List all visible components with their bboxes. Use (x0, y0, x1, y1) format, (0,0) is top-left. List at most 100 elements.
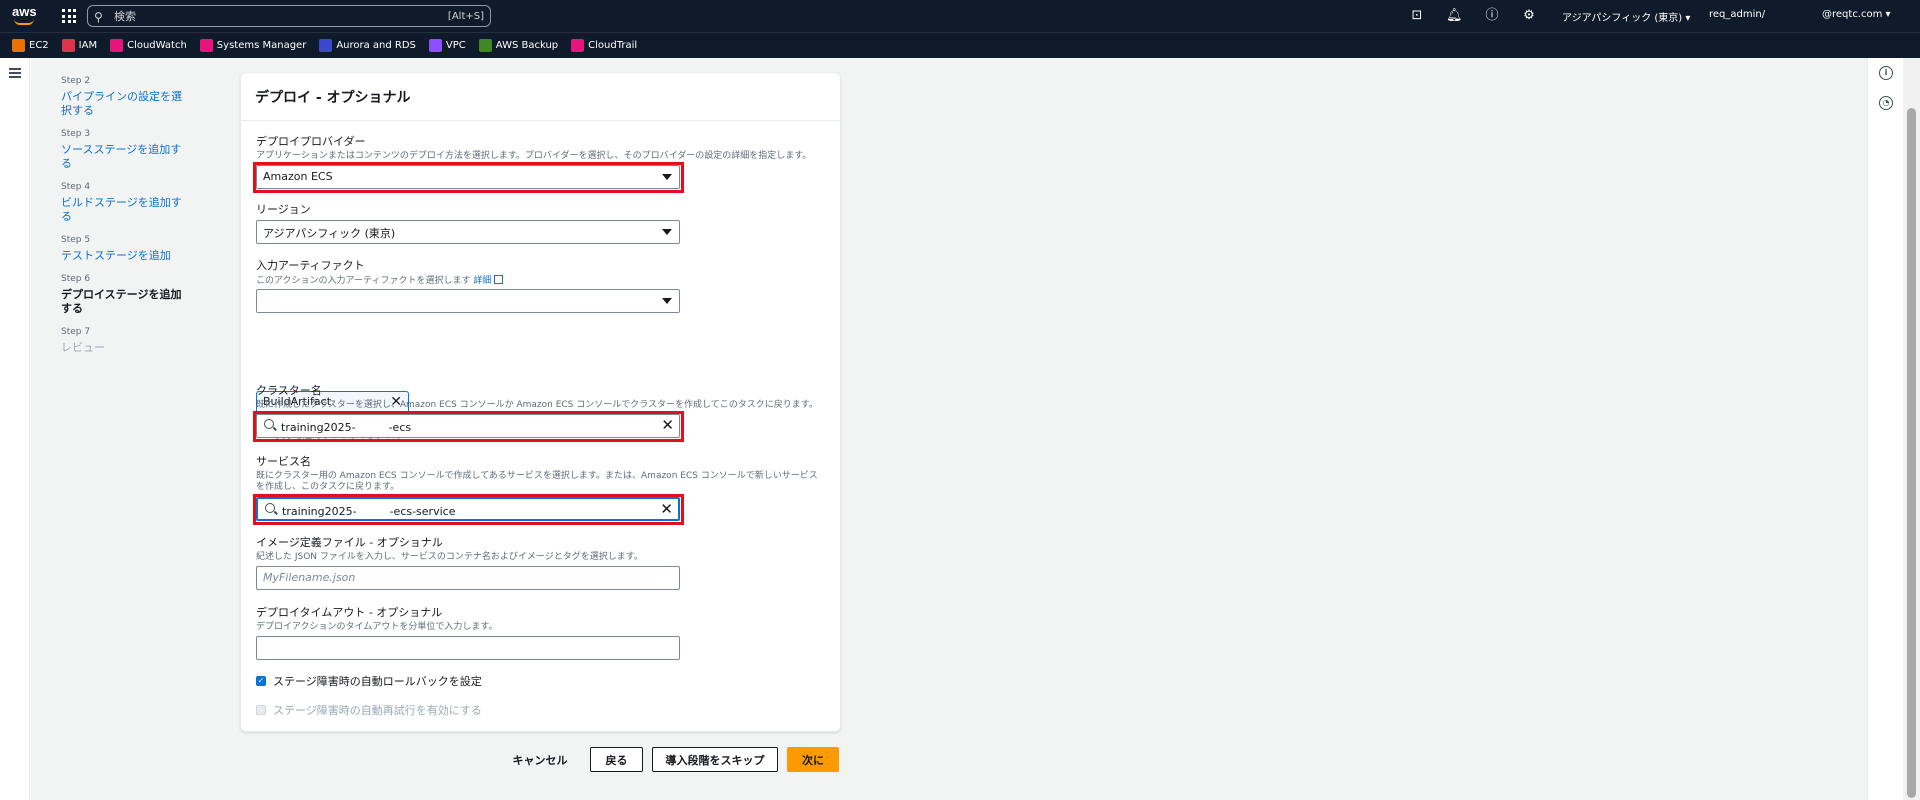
caret-down-icon (662, 174, 672, 180)
favorite-label: AWS Backup (495, 40, 559, 51)
panel-title: デプロイ - オプショナル (241, 73, 840, 121)
details-link[interactable]: 詳細 (473, 276, 491, 286)
next-button[interactable]: 次に (787, 747, 839, 772)
caret-down-icon (662, 229, 672, 235)
timeout-label: デプロイタイムアウト - オプショナル (256, 606, 443, 619)
region-selector[interactable]: アジアパシフィック (東京) ▾ (1562, 9, 1690, 24)
aws-logo-text: aws (12, 4, 37, 19)
step-4[interactable]: Step 4 ビルドステージを追加する (61, 182, 186, 224)
service-icon (110, 39, 124, 52)
step-number: Step 3 (61, 129, 91, 139)
user-name[interactable]: req_admin/ (1709, 9, 1765, 20)
retry-label: ステージ障害時の自動再試行を有効にする (273, 704, 482, 717)
service-icon (478, 39, 492, 52)
service-icon (199, 39, 213, 52)
image-def-placeholder: MyFilename.json (263, 571, 356, 584)
favorite-label: IAM (78, 40, 98, 51)
artifact-label: 入力アーティファクト (256, 259, 365, 272)
top-navigation: aws ⚲ 検索 [Alt+S] ⊡ 🔔︎ ⓘ ⚙ アジアパシフィック (東京)… (0, 0, 1920, 32)
timeout-desc: デプロイアクションのタイムアウトを分単位で入力します。 (256, 622, 498, 632)
step-label[interactable]: ビルドステージを追加する (61, 196, 186, 224)
skip-button[interactable]: 導入段階をスキップ (652, 747, 778, 772)
favorite-label: VPC (445, 40, 466, 51)
gear-icon[interactable]: ⚙ (1521, 8, 1537, 24)
region-select[interactable]: アジアパシフィック (東京) (256, 220, 680, 244)
region-field: リージョン (256, 201, 826, 219)
search-icon (265, 503, 275, 513)
cluster-field: クラスター名 既に作成したクラスターを選択し、Amazon ECS コンソールか… (256, 382, 826, 411)
cancel-button[interactable]: キャンセル (505, 747, 575, 772)
search-placeholder: 検索 (114, 10, 136, 23)
favorite-systems-manager[interactable]: Systems Manager (199, 39, 306, 52)
step-number: Step 2 (61, 76, 91, 86)
provider-field: デプロイプロバイダー アプリケーションまたはコンテンツのデプロイ方法を選択します… (256, 133, 826, 162)
step-label[interactable]: パイプラインの設定を選択する (61, 90, 186, 118)
external-link-icon (494, 275, 504, 284)
search-shortcut: [Alt+S] (447, 10, 484, 22)
search-bar[interactable]: ⚲ 検索 [Alt+S] (87, 5, 491, 27)
favorites-bar: EC2 IAM CloudWatch Systems Manager Aurora an… (0, 32, 1920, 58)
service-desc: 既にクラスター用の Amazon ECS コンソールで作成してあるサービスを選択… (256, 471, 818, 492)
favorite-cloudtrail[interactable]: CloudTrail (571, 39, 637, 52)
artifact-desc: このアクションの入力アーティファクトを選択します 詳細 (256, 275, 826, 287)
favorite-iam[interactable]: IAM (61, 39, 98, 52)
info-icon[interactable]: i (1879, 66, 1893, 80)
service-input[interactable]: training2025- -ecs-service ✕ (256, 497, 680, 521)
step-label: レビュー (61, 341, 105, 354)
favorite-label: EC2 (29, 40, 49, 51)
image-def-input[interactable]: MyFilename.json (256, 566, 680, 590)
scrollbar-thumb[interactable] (1907, 108, 1916, 798)
right-rail: i ◔ (1867, 58, 1903, 800)
clear-icon[interactable]: ✕ (660, 500, 673, 518)
timeout-input[interactable] (256, 636, 680, 660)
provider-select[interactable]: Amazon ECS (256, 165, 680, 189)
favorite-vpc[interactable]: VPC (428, 39, 466, 52)
aws-logo[interactable]: aws (12, 5, 38, 27)
step-label[interactable]: テストステージを追加 (61, 249, 186, 263)
services-grid-icon[interactable] (62, 9, 76, 23)
favorite-cloudwatch[interactable]: CloudWatch (110, 39, 187, 52)
favorite-ec2[interactable]: EC2 (12, 39, 49, 52)
artifact-select[interactable] (256, 289, 680, 313)
cloudshell-icon[interactable]: ⊡ (1409, 8, 1425, 24)
account-menu[interactable]: @reqtc.com ▾ (1822, 9, 1891, 20)
step-2[interactable]: Step 2 パイプラインの設定を選択する (61, 76, 186, 118)
favorite-aws-backup[interactable]: AWS Backup (478, 39, 559, 52)
menu-icon[interactable] (9, 68, 21, 78)
favorite-aurora-and-rds[interactable]: Aurora and RDS (319, 39, 416, 52)
search-icon: ⚲ (94, 10, 103, 24)
help-icon[interactable]: ⓘ (1484, 8, 1500, 24)
artifact-desc-text: このアクションの入力アーティファクトを選択します (256, 276, 471, 286)
timeout-field: デプロイタイムアウト - オプショナル デプロイアクションのタイムアウトを分単位… (256, 604, 826, 633)
cluster-input[interactable]: training2025- -ecs ✕ (256, 414, 680, 438)
image-def-desc: 紀述した JSON ファイルを入力し、サービスのコンテナ名およびイメージとタグを… (256, 552, 643, 562)
provider-label: デプロイプロバイダー (256, 135, 366, 148)
deploy-panel: デプロイ - オプショナル デプロイプロバイダー アプリケーションまたはコンテン… (240, 72, 841, 732)
service-icon (61, 39, 75, 52)
step-number: Step 7 (61, 327, 91, 337)
service-label: サービス名 (256, 455, 311, 468)
search-icon (264, 419, 274, 429)
wizard-steps: Step 2 パイプラインの設定を選択する Step 3 ソースステージを追加する St… (61, 76, 186, 366)
favorite-label: Aurora and RDS (336, 40, 416, 51)
rollback-label: ステージ障害時の自動ロールバックを設定 (273, 675, 482, 688)
clear-icon[interactable]: ✕ (661, 416, 674, 434)
cluster-desc: 既に作成したクラスターを選択し、Amazon ECS コンソールか Amazon… (256, 400, 818, 410)
artifact-field: 入力アーティファクト このアクションの入力アーティファクトを選択します 詳細 (256, 257, 826, 287)
step-number: Step 6 (61, 274, 91, 284)
retry-checkbox[interactable] (256, 705, 266, 715)
step-label: デプロイステージを追加する (61, 288, 182, 315)
step-5[interactable]: Step 5 テストステージを追加 (61, 235, 186, 263)
step-7: Step 7 レビュー (61, 327, 186, 355)
rollback-checkbox[interactable]: ✓ (256, 676, 266, 686)
back-button[interactable]: 戻る (590, 747, 643, 772)
step-number: Step 4 (61, 182, 91, 192)
service-value: training2025- -ecs-service (282, 505, 456, 518)
bell-icon[interactable]: 🔔︎ (1446, 8, 1463, 24)
step-label[interactable]: ソースステージを追加する (61, 143, 186, 171)
scrollbar[interactable] (1903, 58, 1920, 800)
feedback-icon[interactable]: ◔ (1879, 96, 1893, 110)
step-3[interactable]: Step 3 ソースステージを追加する (61, 129, 186, 171)
service-icon (571, 39, 585, 52)
favorite-label: CloudWatch (127, 40, 187, 51)
